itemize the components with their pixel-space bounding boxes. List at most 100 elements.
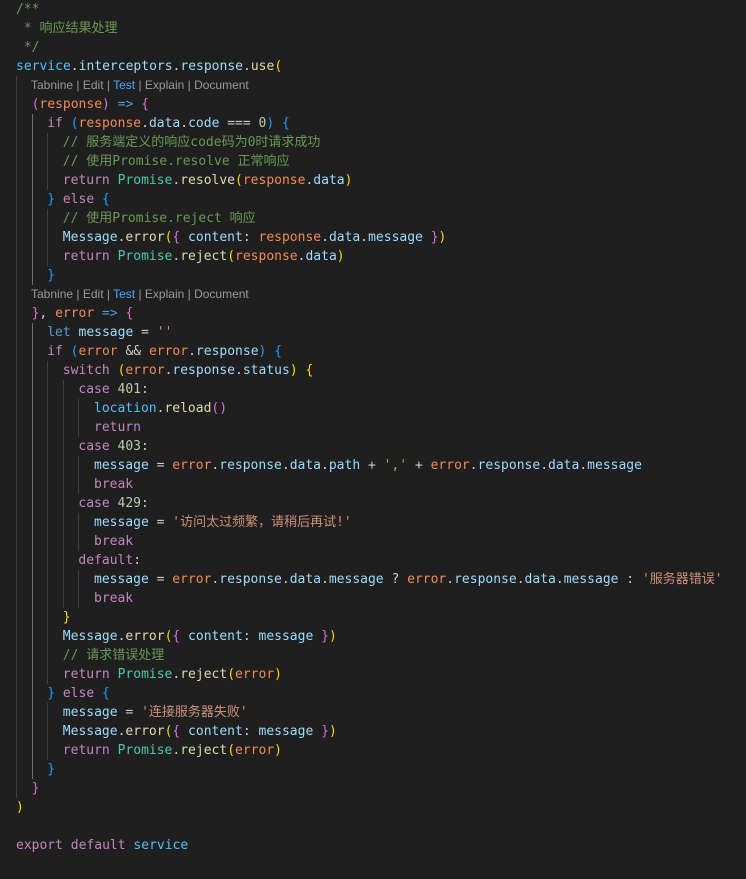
token-function-name: reject <box>180 249 228 264</box>
code-line[interactable]: ) <box>16 798 24 817</box>
code-line[interactable]: case 429: <box>78 494 148 513</box>
code-line[interactable]: message = '连接服务器失败' <box>63 703 248 722</box>
codelens-3-link[interactable]: Explain <box>145 78 184 92</box>
code-line[interactable]: export default service <box>16 836 188 855</box>
token-punctuation: : <box>242 230 259 245</box>
code-line[interactable]: */ <box>16 38 40 57</box>
token-type-name: Promise <box>117 743 173 758</box>
token-property: message <box>587 458 642 473</box>
code-line[interactable]: Message.error({ content: response.data.m… <box>63 228 447 247</box>
code-line[interactable]: } <box>32 779 40 798</box>
codelens-1-link[interactable]: Edit <box>83 287 104 301</box>
token-bracket: } <box>47 192 56 207</box>
codelens-0-link[interactable]: Tabnine <box>31 287 73 301</box>
code-line[interactable]: * 响应结果处理 <box>16 19 118 38</box>
token-punctuation: = <box>133 325 157 340</box>
token-punctuation: : <box>242 629 259 644</box>
code-line[interactable]: message = '访问太过频繁，请稍后再试!' <box>94 513 352 532</box>
code-line[interactable]: Message.error({ content: message }) <box>63 627 337 646</box>
code-line[interactable]: } <box>47 266 55 285</box>
code-line[interactable]: // 服务端定义的响应code码为0时请求成功 <box>63 133 321 152</box>
code-line[interactable]: message = error.response.data.message ? … <box>94 570 723 589</box>
token-variable: message <box>94 458 149 473</box>
token-parameter: error <box>55 306 95 321</box>
code-line[interactable]: break <box>94 589 133 608</box>
token-bracket: () <box>211 401 228 416</box>
token-bracket: ) <box>16 800 24 815</box>
code-line[interactable]: } else { <box>47 190 110 209</box>
token-storage-keyword: => <box>117 97 134 112</box>
code-line[interactable]: case 403: <box>78 437 148 456</box>
code-line[interactable]: if (response.data.code === 0) { <box>47 114 290 133</box>
token-punctuation: : <box>141 382 149 397</box>
token-function-name: error <box>125 629 165 644</box>
token-bracket: ( <box>227 743 236 758</box>
code-line[interactable]: Message.error({ content: message }) <box>63 722 337 741</box>
token-variable: message <box>62 705 118 720</box>
token-bracket: ) <box>289 363 298 378</box>
codelens-4-link[interactable]: Document <box>194 78 249 92</box>
indent-guide <box>47 361 48 684</box>
token-punctuation <box>110 249 118 264</box>
code-line[interactable]: case 401: <box>78 380 148 399</box>
code-line[interactable]: // 使用Promise.resolve 正常响应 <box>63 152 290 171</box>
token-property: content <box>188 629 243 644</box>
token-string: '连接服务器失败' <box>141 705 248 720</box>
code-line[interactable]: if (error && error.response) { <box>47 342 282 361</box>
token-property: code <box>188 116 220 131</box>
token-variable: message <box>94 515 149 530</box>
code-line[interactable]: return <box>94 418 141 437</box>
indent-guide <box>78 399 79 437</box>
code-line[interactable]: // 请求错误处理 <box>63 646 164 665</box>
token-punctuation <box>110 743 118 758</box>
codelens-3-link[interactable]: Explain <box>145 287 184 301</box>
codelens-0-link[interactable]: Tabnine <box>31 78 73 92</box>
token-punctuation: : <box>141 496 149 511</box>
codelens-2-link[interactable]: Test <box>113 78 135 92</box>
token-keyword: if <box>47 344 63 359</box>
token-variable: message <box>94 572 149 587</box>
code-line[interactable]: let message = '' <box>47 323 172 342</box>
token-property: Message <box>62 230 118 245</box>
token-bracket: ( <box>70 116 79 131</box>
token-keyword: switch <box>62 363 110 378</box>
token-keyword: else <box>62 192 95 207</box>
token-keyword: case <box>78 382 110 397</box>
code-line[interactable]: return Promise.reject(error) <box>63 665 282 684</box>
token-punctuation: . <box>281 572 290 587</box>
token-type-name: Promise <box>117 667 173 682</box>
token-bracket: } <box>321 724 329 739</box>
code-line[interactable]: default: <box>78 551 141 570</box>
code-line[interactable]: } else { <box>47 684 110 703</box>
code-line[interactable]: location.reload() <box>94 399 227 418</box>
code-line[interactable]: break <box>94 532 133 551</box>
code-editor[interactable]: /** * 响应结果处理 */ service.interceptors.resp… <box>0 0 746 879</box>
token-property: data <box>289 458 322 473</box>
code-line[interactable]: break <box>94 475 133 494</box>
token-punctuation: . <box>281 458 290 473</box>
code-line[interactable]: service.interceptors.response.use( <box>16 57 282 76</box>
token-bracket: ( <box>70 344 79 359</box>
code-line[interactable]: } <box>63 608 71 627</box>
token-comment: // 服务端定义的响应code码为0时请求成功 <box>62 135 321 150</box>
code-line[interactable]: return Promise.reject(error) <box>63 741 282 760</box>
code-line[interactable]: switch (error.response.status) { <box>63 361 314 380</box>
code-line[interactable]: return Promise.reject(response.data) <box>63 247 345 266</box>
indent-guide <box>47 133 48 190</box>
code-line[interactable]: (response) => { <box>32 95 149 114</box>
token-comment: */ <box>16 40 40 55</box>
codelens-4-link[interactable]: Document <box>194 287 249 301</box>
codelens-2-link[interactable]: Test <box>113 287 135 301</box>
token-bracket: { <box>141 97 150 112</box>
token-parameter: response <box>242 173 306 188</box>
code-line[interactable]: // 使用Promise.reject 响应 <box>63 209 256 228</box>
code-line[interactable]: }, error => { <box>32 304 134 323</box>
token-bracket: { <box>101 192 110 207</box>
token-property: response <box>195 344 259 359</box>
indent-guide <box>32 323 33 779</box>
code-line[interactable]: } <box>47 760 55 779</box>
codelens-1-link[interactable]: Edit <box>83 78 104 92</box>
code-line[interactable]: /** <box>16 0 39 19</box>
code-line[interactable]: return Promise.resolve(response.data) <box>63 171 353 190</box>
code-line[interactable]: message = error.response.data.path + ','… <box>94 456 642 475</box>
